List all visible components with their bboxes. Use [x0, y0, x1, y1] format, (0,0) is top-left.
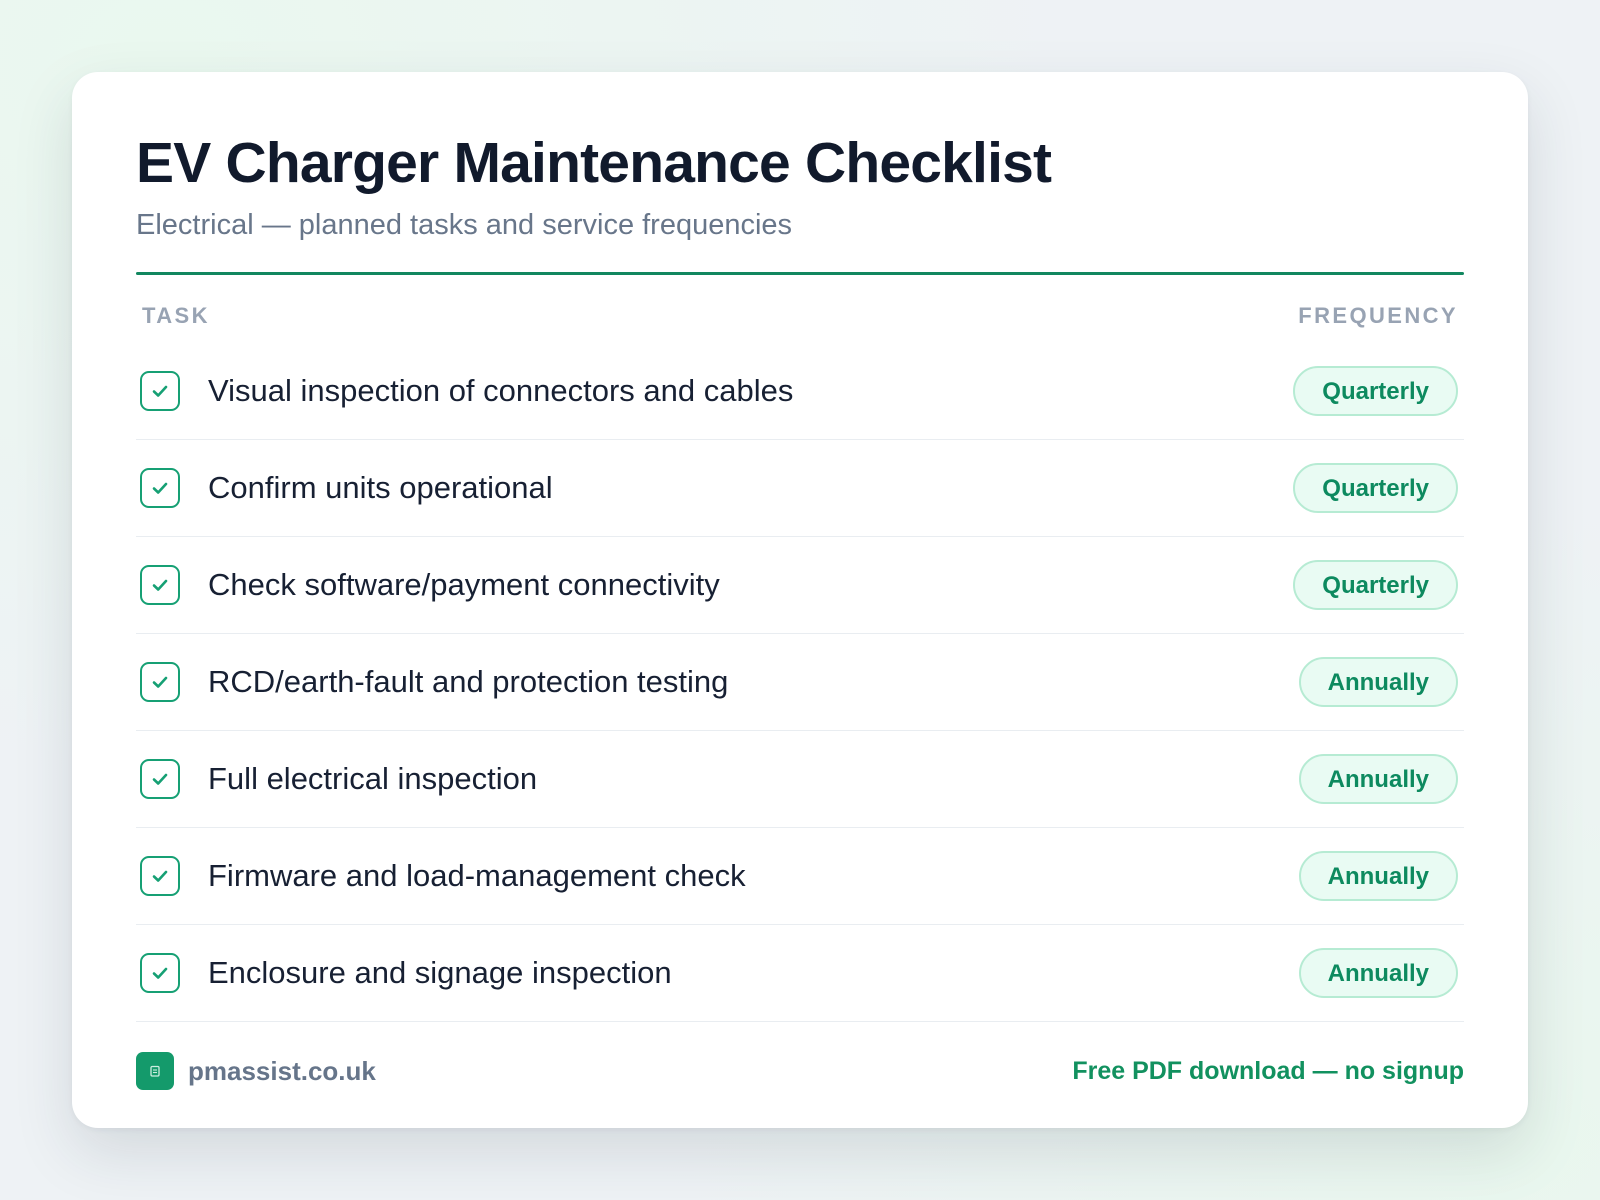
task-label: Confirm units operational [208, 470, 553, 505]
frequency-badge: Annually [1298, 657, 1458, 707]
frequency-badge: Quarterly [1293, 463, 1458, 513]
task-label: Enclosure and signage inspection [208, 955, 672, 990]
task-label: Visual inspection of connectors and cabl… [208, 373, 794, 408]
checkmark-icon [152, 482, 168, 494]
task-list: Visual inspection of connectors and cabl… [136, 343, 1464, 1022]
task-label: Check software/payment connectivity [208, 567, 720, 602]
checkbox[interactable] [140, 565, 180, 605]
task-row: Full electrical inspection Annually [136, 731, 1464, 828]
checkbox[interactable] [140, 468, 180, 508]
task-row: Firmware and load-management check Annua… [136, 828, 1464, 925]
column-header-frequency: FREQUENCY [1298, 303, 1458, 328]
checkmark-icon [152, 676, 168, 688]
task-row: Confirm units operational Quarterly [136, 440, 1464, 537]
column-header-task: TASK [142, 303, 210, 328]
frequency-badge: Annually [1298, 851, 1458, 901]
task-label: Full electrical inspection [208, 761, 538, 796]
checkbox[interactable] [140, 759, 180, 799]
checkbox[interactable] [140, 662, 180, 702]
header-divider [136, 272, 1464, 275]
task-row: Visual inspection of connectors and cabl… [136, 343, 1464, 440]
checkmark-icon [152, 579, 168, 591]
checkbox[interactable] [140, 953, 180, 993]
task-label: Firmware and load-management check [208, 858, 746, 893]
page-subtitle: Electrical — planned tasks and service f… [136, 209, 793, 241]
frequency-badge: Quarterly [1293, 560, 1458, 610]
document-icon [136, 1052, 174, 1090]
task-label: RCD/earth-fault and protection testing [208, 664, 729, 699]
frequency-badge: Quarterly [1293, 366, 1458, 416]
free-pdf-download-link[interactable]: Free PDF download — no signup [1072, 1057, 1464, 1086]
checkmark-icon [152, 773, 168, 785]
footer: pmassist.co.uk Free PDF download — no si… [136, 1022, 1464, 1120]
checkmark-icon [152, 870, 168, 882]
column-headers: TASK FREQUENCY [136, 303, 1464, 329]
brand[interactable]: pmassist.co.uk [136, 1052, 376, 1090]
checkmark-icon [152, 385, 168, 397]
frequency-badge: Annually [1298, 948, 1458, 998]
checkbox[interactable] [140, 371, 180, 411]
frequency-badge: Annually [1298, 754, 1458, 804]
site-domain-link[interactable]: pmassist.co.uk [188, 1056, 376, 1087]
task-row: RCD/earth-fault and protection testing A… [136, 634, 1464, 731]
checkbox[interactable] [140, 856, 180, 896]
checkmark-icon [152, 967, 168, 979]
task-row: Check software/payment connectivity Quar… [136, 537, 1464, 634]
page-title: EV Charger Maintenance Checklist [136, 131, 1052, 195]
task-row: Enclosure and signage inspection Annuall… [136, 925, 1464, 1022]
checklist-card: EV Charger Maintenance Checklist Electri… [72, 72, 1528, 1128]
